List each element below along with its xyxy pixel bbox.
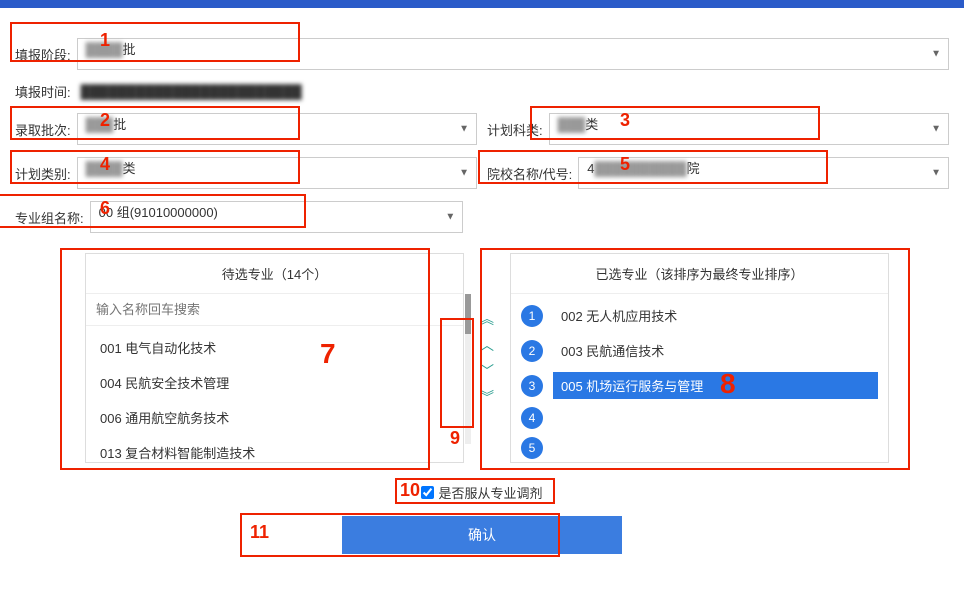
selected-title: 已选专业（该排序为最终专业排序） [511,254,888,294]
available-major-item[interactable]: 006 通用航空航务技术 [86,400,463,435]
major-group-label: 专业组名称: [15,208,84,227]
selected-major-item[interactable]: 2 003 民航通信技术 [511,333,888,368]
order-badge: 3 [521,375,543,397]
plan-type-label: 计划类别: [15,164,71,183]
admit-batch-label: 录取批次: [15,120,71,139]
school-label: 院校名称/代号: [487,164,572,183]
time-value: ████████████████████████ [81,84,302,99]
selected-major-text: 005 机场运行服务与管理 [553,372,878,399]
selected-major-item[interactable]: 1 002 无人机应用技术 [511,298,888,333]
school-select[interactable]: 4██████████院 [578,157,949,189]
order-badge: 1 [521,305,543,327]
available-title: 待选专业（14个） [86,254,463,294]
obey-adjustment-checkbox[interactable]: 是否服从专业调剂 [421,483,542,502]
selected-major-text: 003 民航通信技术 [553,337,878,364]
obey-adjustment-input[interactable] [421,486,434,499]
available-major-item[interactable]: 004 民航安全技术管理 [86,365,463,400]
selected-major-text [553,414,878,422]
stage-select[interactable]: ████批 [77,38,949,70]
move-top-button[interactable]: ︽ [476,308,498,330]
time-label: 填报时间: [15,82,71,101]
major-group-select[interactable]: 00 组(91010000000) [90,201,464,233]
selected-major-item[interactable]: 3 005 机场运行服务与管理 [511,368,888,403]
available-major-item[interactable]: 001 电气自动化技术 [86,330,463,365]
move-down-button[interactable]: ﹀ [476,360,498,382]
move-bottom-button[interactable]: ︾ [476,386,498,408]
selected-major-text: 002 无人机应用技术 [553,302,878,329]
order-badge: 2 [521,340,543,362]
selected-major-item[interactable]: 4 [511,403,888,433]
stage-label: 填报阶段: [15,45,71,64]
plan-type-select[interactable]: ████类 [77,157,477,189]
admit-batch-select[interactable]: ███批 [77,113,477,145]
move-up-button[interactable]: ︿ [476,334,498,356]
plan-category-select[interactable]: ███类 [549,113,949,145]
major-search-input[interactable] [86,294,463,326]
selected-majors-panel: 已选专业（该排序为最终专业排序） 1 002 无人机应用技术 2 003 民航通信技术… [510,253,889,463]
order-badge: 5 [521,437,543,459]
order-badge: 4 [521,407,543,429]
available-majors-panel: 待选专业（14个） 001 电气自动化技术004 民航安全技术管理006 通用航… [85,253,464,463]
selected-major-text [553,444,878,452]
plan-category-label: 计划科类: [487,120,543,139]
available-major-item[interactable]: 013 复合材料智能制造技术 [86,435,463,462]
obey-adjustment-label: 是否服从专业调剂 [438,483,542,502]
selected-major-item[interactable]: 5 [511,433,888,462]
confirm-button[interactable]: 确认 [342,516,622,554]
